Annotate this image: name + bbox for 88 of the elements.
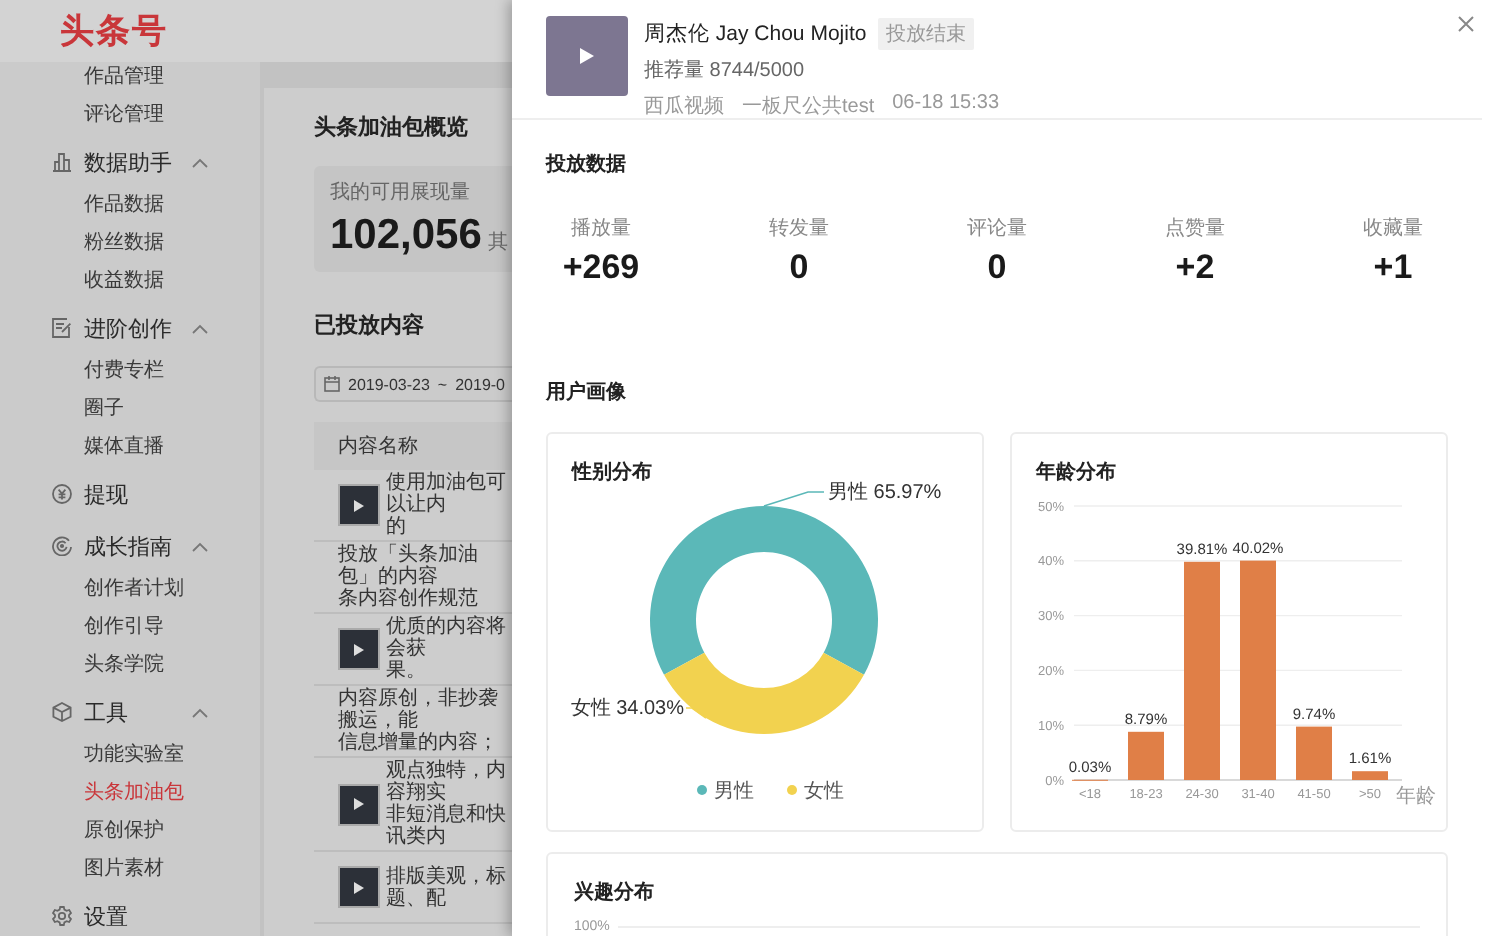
legend-label: 女性 <box>804 781 844 803</box>
metric-value: +269 <box>562 248 640 288</box>
video-thumbnail[interactable] <box>546 16 628 96</box>
axis-title: 年龄 <box>1396 786 1436 808</box>
nav-group[interactable]: 设置 <box>0 892 260 936</box>
nav-item[interactable]: 收益数据 <box>0 262 172 300</box>
content-title[interactable]: 排版美观，标题、配 <box>386 865 512 909</box>
legend-label: 男性 <box>714 781 754 803</box>
close-icon[interactable] <box>1458 16 1474 32</box>
recommend-count: 推荐量 8744/5000 <box>644 57 805 84</box>
column-header: 内容名称 <box>338 433 418 460</box>
section-title: 用户画像 <box>546 382 626 406</box>
nav-group-label[interactable]: 工具 <box>84 697 128 727</box>
metric-label: 收藏量 <box>1363 218 1423 242</box>
meta-text: 西瓜视频 <box>644 93 724 120</box>
chevron-icon[interactable] <box>192 157 208 167</box>
chart-bar <box>1128 731 1164 780</box>
chart-title: 兴趣分布 <box>574 879 654 906</box>
nav-group[interactable]: 工具 <box>0 688 260 736</box>
metric-value: 0 <box>789 248 809 288</box>
chart-title: 性别分布 <box>572 462 652 484</box>
stat-note: 其 <box>487 229 508 256</box>
nav-item[interactable]: 作品数据 <box>0 186 172 224</box>
nav-group-label[interactable]: 设置 <box>84 901 128 931</box>
leader-line <box>763 491 825 507</box>
nav-item[interactable]: 媒体直播 <box>0 428 172 466</box>
video-title: 周杰伦 Jay Chou Mojito <box>644 20 867 48</box>
nav-item[interactable]: 头条学院 <box>0 646 172 684</box>
stat-label: 我的可用展现量 <box>330 182 470 206</box>
chevron-icon[interactable] <box>192 323 208 333</box>
content-title[interactable]: 优质的内容将会获 果。 <box>386 616 512 682</box>
content-title[interactable]: 投放「头条加油包」的内容 条内容创作规范 <box>338 544 512 610</box>
section-title: 头条加油包概览 <box>314 113 468 142</box>
date-range-field[interactable]: 2019-03-23 ~ 2019-0 <box>314 366 512 402</box>
data-label: 男性 65.97% <box>828 482 942 504</box>
metric-value: 0 <box>987 248 1007 288</box>
nav-group-label[interactable]: 成长指南 <box>84 531 172 561</box>
nav-group[interactable]: 提现 <box>0 470 260 518</box>
cube-icon <box>52 702 72 722</box>
play-icon <box>354 881 364 893</box>
content-title[interactable]: 观点独特，内容翔实 非短消息和快讯类内 <box>386 760 512 848</box>
nav-item[interactable]: 圈子 <box>0 390 132 428</box>
play-icon <box>580 48 594 64</box>
nav-item[interactable]: 创作者计划 <box>0 570 192 608</box>
section-title: 投放数据 <box>546 154 626 178</box>
meta-text: 06-18 15:33 <box>892 92 1000 118</box>
coin-icon <box>52 484 72 504</box>
chart-icon <box>52 152 72 172</box>
nav-group-label[interactable]: 数据助手 <box>84 147 172 177</box>
nav-item[interactable]: 粉丝数据 <box>0 224 172 262</box>
section-title: 已投放内容 <box>314 311 424 340</box>
nav-item[interactable]: 评论管理 <box>0 96 172 134</box>
nav-item[interactable]: 作品管理 <box>0 62 172 96</box>
chevron-icon[interactable] <box>192 707 208 717</box>
meta-text: 一板尺公共test <box>742 93 875 120</box>
nav-group[interactable]: 进阶创作 <box>0 304 260 352</box>
nav-group-label[interactable]: 提现 <box>84 479 128 509</box>
chart-bar <box>1296 726 1332 780</box>
nav-item[interactable]: 原创保护 <box>0 812 172 850</box>
metric-value: +2 <box>1175 248 1215 288</box>
nav-group[interactable]: 成长指南 <box>0 522 260 570</box>
nav-item[interactable]: 功能实验室 <box>0 736 192 774</box>
chevron-icon[interactable] <box>192 541 208 551</box>
play-icon <box>354 798 364 810</box>
play-icon <box>354 643 364 655</box>
status-badge: 投放结束 <box>878 18 975 50</box>
leader-line <box>685 707 707 719</box>
nav-group[interactable]: 数据助手 <box>0 138 260 186</box>
chart-bar <box>1352 771 1388 780</box>
nav-item[interactable]: 付费专栏 <box>0 352 172 390</box>
data-label: 女性 34.03% <box>570 698 684 720</box>
nav-group-label[interactable]: 进阶创作 <box>84 313 172 343</box>
metric-value: +1 <box>1373 248 1413 288</box>
metric-label: 点赞量 <box>1165 218 1225 242</box>
content-title[interactable]: 内容原创，非抄袭搬运，能 信息增量的内容； <box>338 688 512 754</box>
metric-label: 评论量 <box>967 218 1027 242</box>
nav-item[interactable]: 图片素材 <box>0 850 172 888</box>
nav-item[interactable]: 创作引导 <box>0 608 172 646</box>
content-title[interactable]: 使用加油包可以让内 的 <box>386 472 512 538</box>
play-icon <box>354 499 364 511</box>
chart-title: 年龄分布 <box>1036 462 1116 484</box>
metric-label: 转发量 <box>769 218 829 242</box>
edit-icon <box>52 318 72 338</box>
metric-label: 播放量 <box>571 218 631 242</box>
target-icon <box>52 536 72 556</box>
settings-icon <box>52 906 72 926</box>
stat-value: 102,056 <box>330 212 482 260</box>
calendar-icon <box>324 376 340 392</box>
